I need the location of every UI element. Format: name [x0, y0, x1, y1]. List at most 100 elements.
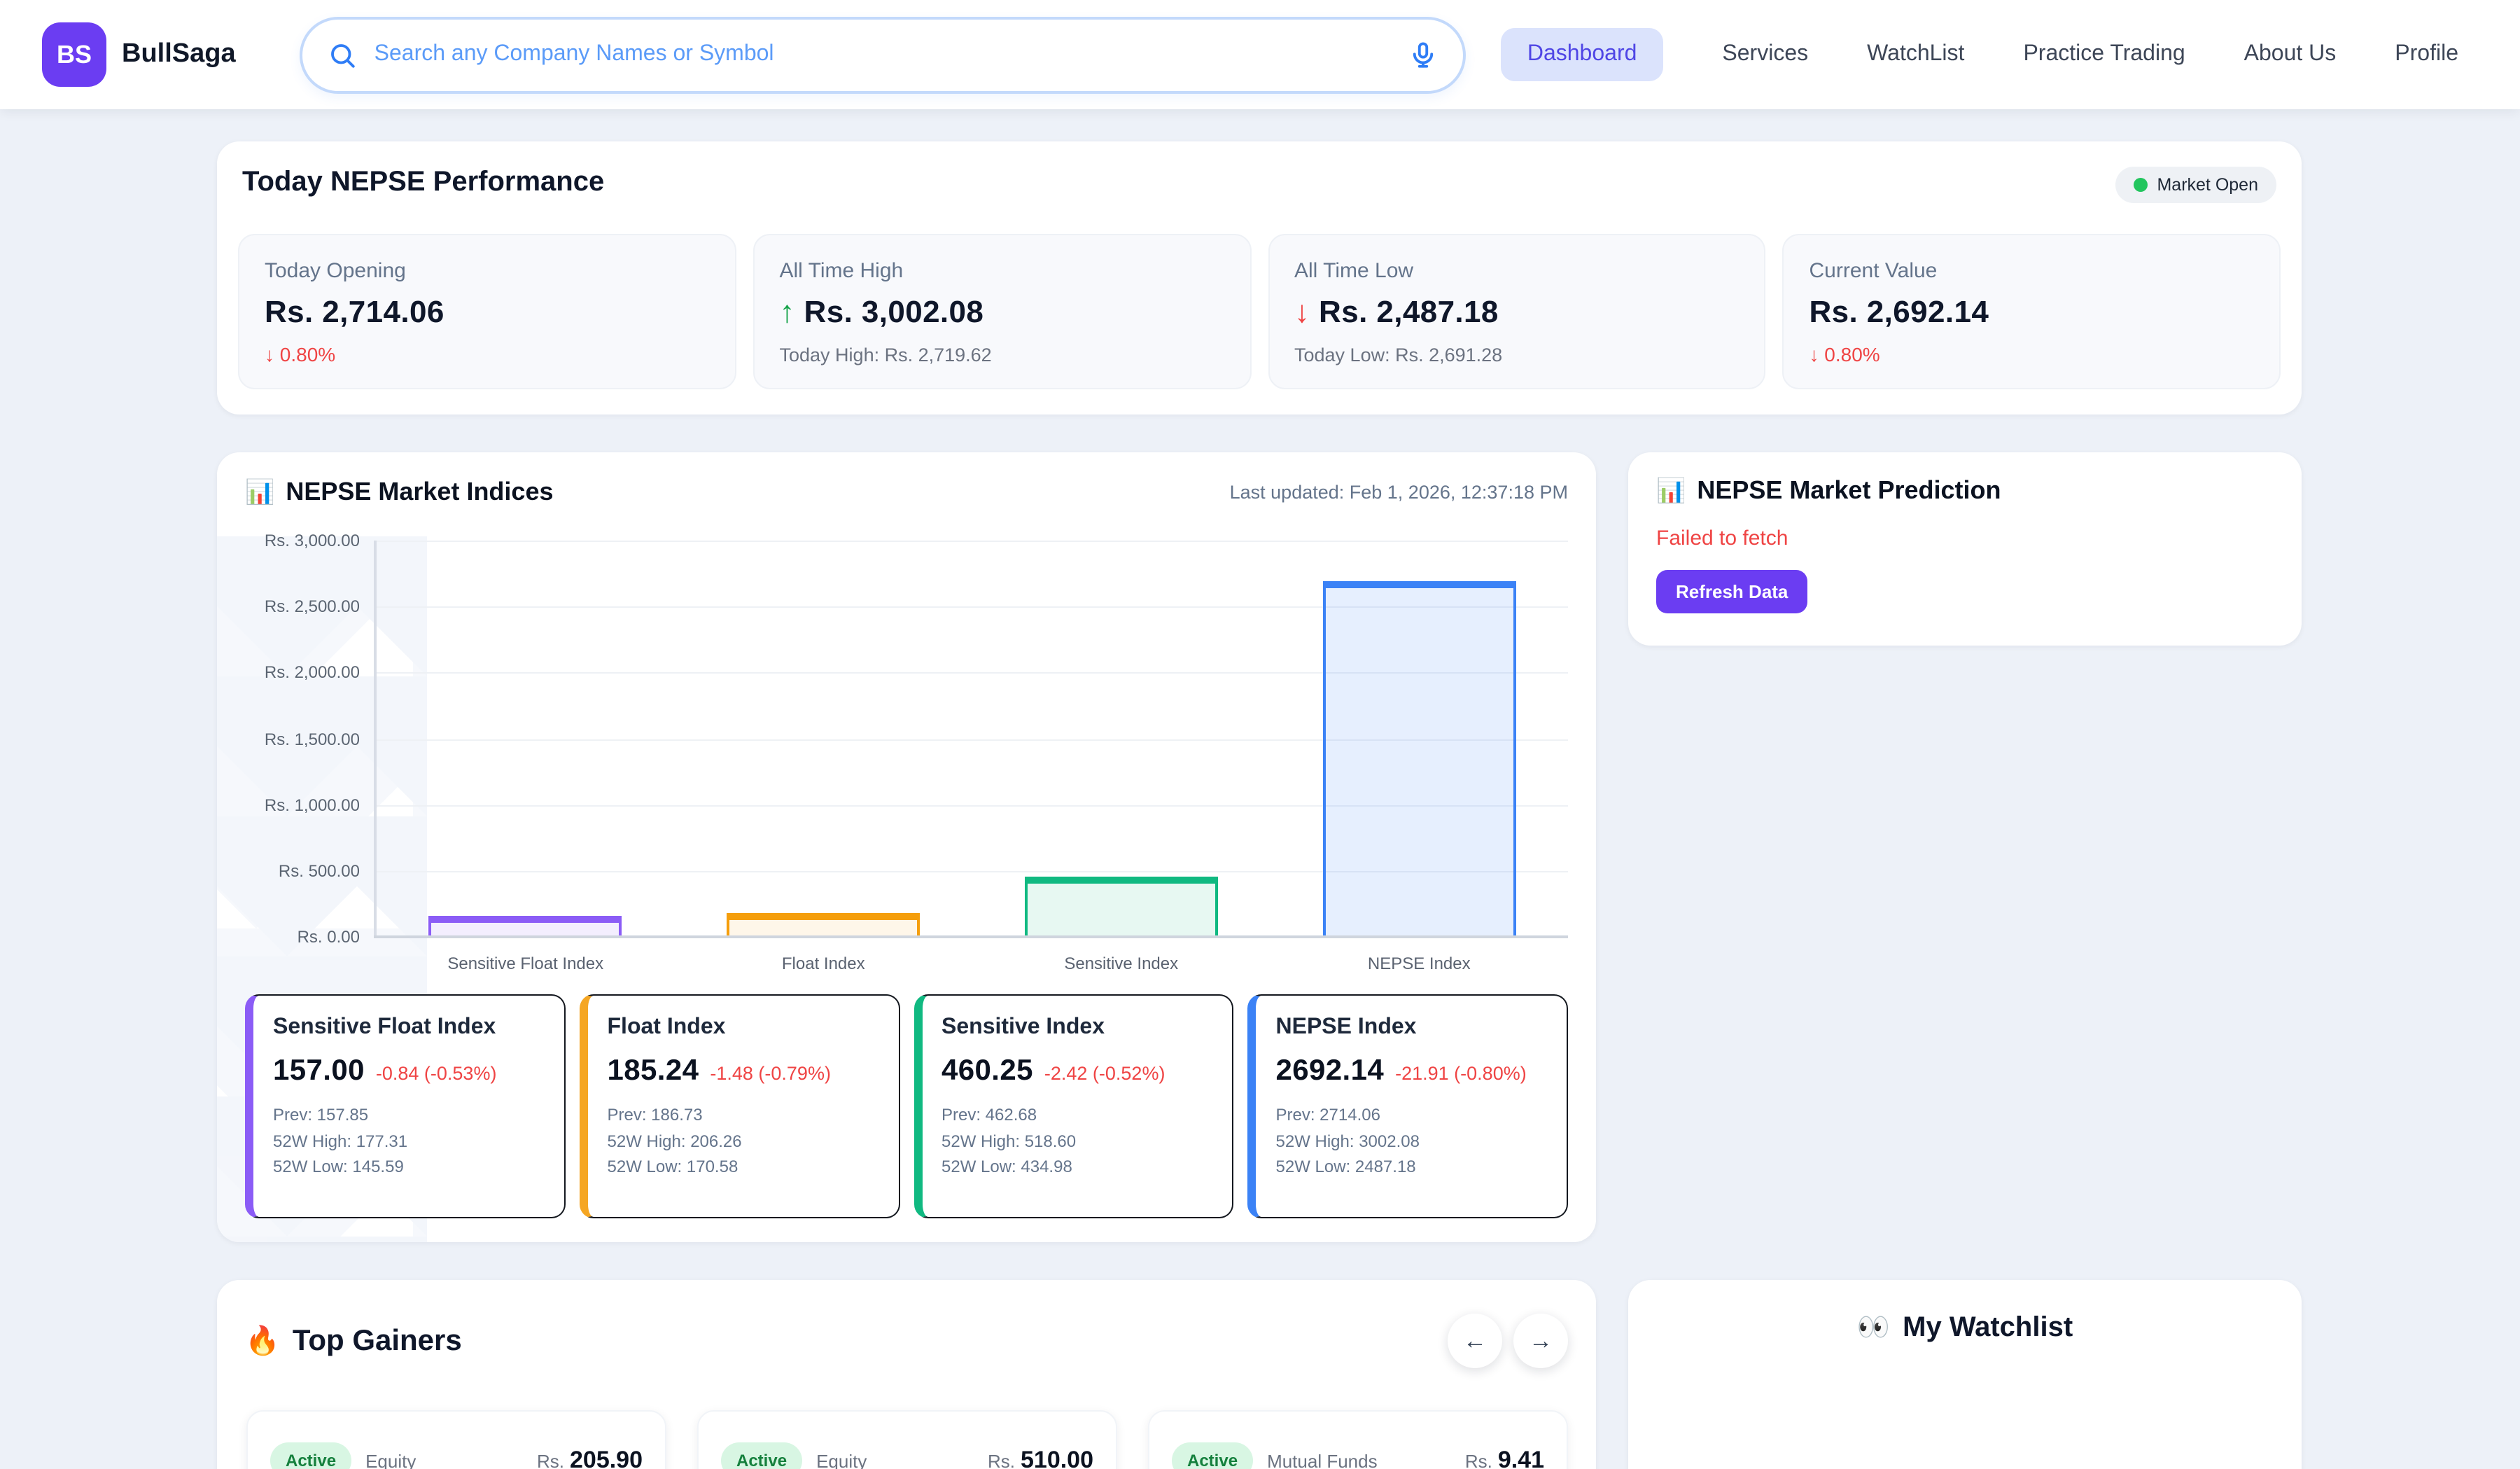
- search-bar[interactable]: [300, 16, 1466, 93]
- index-value: 185.24: [608, 1054, 699, 1088]
- index-change: -21.91 (-0.80%): [1395, 1061, 1527, 1087]
- bar-sensitive-float-index: [429, 916, 622, 937]
- index-name: Sensitive Index: [941, 1015, 1213, 1040]
- stat-all-time-low: All Time Low ↓ Rs. 2,487.18 Today Low: R…: [1268, 234, 1766, 389]
- eyes-icon: 👀: [1857, 1311, 1890, 1344]
- nav-item-watchlist[interactable]: WatchList: [1867, 42, 1964, 67]
- last-updated-label: Last updated: Feb 1, 2026, 12:37:18 PM: [1230, 482, 1568, 503]
- prev-arrow-button[interactable]: ←: [1448, 1314, 1502, 1368]
- index-details: Prev: 2714.06 52W High: 3002.08 52W Low:…: [1276, 1102, 1548, 1181]
- stat-current-value: Current Value Rs. 2,692.14 ↓ 0.80%: [1783, 234, 2281, 389]
- index-value: 2692.14: [1276, 1054, 1385, 1088]
- index-card-sensitive: Sensitive Index 460.25 -2.42 (-0.52%) Pr…: [913, 994, 1234, 1218]
- nav-item-services[interactable]: Services: [1722, 42, 1808, 67]
- nav-item-practice-trading[interactable]: Practice Trading: [2023, 42, 2185, 67]
- search-icon: [328, 40, 358, 69]
- price: Rs. 205.90: [537, 1447, 643, 1469]
- nav-item-dashboard[interactable]: Dashboard: [1501, 28, 1664, 81]
- stat-value: ↓ Rs. 2,487.18: [1294, 294, 1740, 330]
- index-name: NEPSE Index: [1276, 1015, 1548, 1040]
- market-status-badge: Market Open: [2115, 167, 2276, 203]
- price: Rs. 510.00: [988, 1447, 1093, 1469]
- gainer-card[interactable]: Active Equity Rs. 205.90: [246, 1410, 666, 1469]
- bar-float-index: [727, 912, 920, 937]
- y-tick-label: Rs. 0.00: [298, 927, 360, 947]
- market-prediction-card: 📊 NEPSE Market Prediction Failed to fetc…: [1628, 452, 2302, 646]
- chart-x-axis: Sensitive Float Index Float Index Sensit…: [377, 954, 1568, 973]
- x-tick-label: Sensitive Float Index: [377, 954, 675, 973]
- nepse-performance-card: Today NEPSE Performance Market Open Toda…: [217, 141, 2302, 415]
- x-tick-label: Float Index: [675, 954, 973, 973]
- bar-sensitive-index: [1025, 876, 1218, 937]
- chart-title: 📊 NEPSE Market Indices: [245, 478, 554, 507]
- price: Rs. 9.41: [1465, 1447, 1544, 1469]
- down-arrow-icon: ↓: [1294, 294, 1310, 329]
- status-badge: Active: [721, 1442, 802, 1469]
- nav-item-about-us[interactable]: About Us: [2244, 42, 2337, 67]
- search-input[interactable]: [374, 42, 1392, 67]
- chart-y-axis: Rs. 3,000.00 Rs. 2,500.00 Rs. 2,000.00 R…: [245, 541, 374, 937]
- index-change: -0.84 (-0.53%): [376, 1061, 497, 1087]
- nav-item-profile[interactable]: Profile: [2395, 42, 2458, 67]
- index-card-nepse: NEPSE Index 2692.14 -21.91 (-0.80%) Prev…: [1248, 994, 1569, 1218]
- y-tick-label: Rs. 3,000.00: [265, 531, 360, 550]
- gainer-card[interactable]: Active Equity Rs. 510.00: [697, 1410, 1117, 1469]
- stat-label: All Time Low: [1294, 259, 1740, 283]
- status-badge: Active: [270, 1442, 351, 1469]
- watchlist-title: 👀 My Watchlist: [1656, 1311, 2274, 1344]
- y-tick-label: Rs. 1,500.00: [265, 729, 360, 749]
- bar-nepse-index: [1322, 581, 1516, 937]
- x-tick-label: Sensitive Index: [972, 954, 1270, 973]
- index-details: Prev: 157.85 52W High: 177.31 52W Low: 1…: [273, 1102, 545, 1181]
- gainer-cards: Active Equity Rs. 205.90 Active Equ: [245, 1410, 1568, 1469]
- index-name: Sensitive Float Index: [273, 1015, 545, 1040]
- stat-label: Current Value: [1809, 259, 2255, 283]
- up-arrow-icon: ↑: [780, 294, 795, 329]
- y-tick-label: Rs. 2,500.00: [265, 597, 360, 616]
- y-tick-label: Rs. 500.00: [279, 861, 360, 881]
- index-change: -2.42 (-0.52%): [1044, 1061, 1166, 1087]
- index-card-float: Float Index 185.24 -1.48 (-0.79%) Prev: …: [580, 994, 900, 1218]
- category-label: Mutual Funds: [1267, 1450, 1378, 1469]
- chart-plot-area: [374, 541, 1568, 937]
- stat-all-time-high: All Time High ↑ Rs. 3,002.08 Today High:…: [753, 234, 1252, 389]
- index-name: Float Index: [608, 1015, 879, 1040]
- performance-title: Today NEPSE Performance: [242, 167, 604, 199]
- stat-change: ↓ 0.80%: [265, 343, 710, 365]
- prediction-title: 📊 NEPSE Market Prediction: [1656, 476, 2274, 506]
- main-nav: Dashboard Services WatchList Practice Tr…: [1501, 28, 2458, 81]
- main-content: Today NEPSE Performance Market Open Toda…: [0, 109, 2520, 1469]
- index-value: 157.00: [273, 1054, 365, 1088]
- y-tick-label: Rs. 1,000.00: [265, 795, 360, 814]
- refresh-data-button[interactable]: Refresh Data: [1656, 570, 1807, 613]
- stat-sub-label: Today High: Rs. 2,719.62: [780, 344, 1225, 365]
- index-change: -1.48 (-0.79%): [710, 1061, 831, 1087]
- index-card-sensitive-float: Sensitive Float Index 157.00 -0.84 (-0.5…: [245, 994, 566, 1218]
- microphone-icon[interactable]: [1409, 40, 1438, 69]
- stat-value: Rs. 2,692.14: [1809, 294, 2255, 330]
- fire-icon: 🔥: [245, 1323, 280, 1358]
- my-watchlist-card: 👀 My Watchlist: [1628, 1280, 2302, 1469]
- down-arrow-icon: ↓: [265, 343, 274, 365]
- y-tick-label: Rs. 2,000.00: [265, 663, 360, 683]
- market-status-label: Market Open: [2157, 175, 2258, 195]
- prediction-error-text: Failed to fetch: [1656, 527, 2274, 550]
- status-badge: Active: [1172, 1442, 1253, 1469]
- stat-today-opening: Today Opening Rs. 2,714.06 ↓ 0.80%: [238, 234, 736, 389]
- category-label: Equity: [365, 1450, 416, 1469]
- stat-sub-label: Today Low: Rs. 2,691.28: [1294, 344, 1740, 365]
- x-tick-label: NEPSE Index: [1270, 954, 1569, 973]
- stat-change: ↓ 0.80%: [1809, 343, 2255, 365]
- gainer-card[interactable]: Active Mutual Funds Rs. 9.41: [1148, 1410, 1568, 1469]
- gainers-pager: ← →: [1448, 1314, 1568, 1368]
- indices-bar-chart: Rs. 3,000.00 Rs. 2,500.00 Rs. 2,000.00 R…: [245, 541, 1568, 937]
- x-axis-line: [374, 935, 1568, 938]
- next-arrow-button[interactable]: →: [1513, 1314, 1568, 1368]
- stat-value: Rs. 2,714.06: [265, 294, 710, 330]
- stat-label: Today Opening: [265, 259, 710, 283]
- brand-logo[interactable]: BS BullSaga: [42, 22, 236, 87]
- top-gainers-card: 🔥 Top Gainers ← → Active Equity: [217, 1280, 1596, 1469]
- down-arrow-icon: ↓: [1809, 343, 1819, 365]
- top-gainers-title: 🔥 Top Gainers: [245, 1323, 462, 1358]
- bar-chart-icon: 📊: [1656, 477, 1686, 505]
